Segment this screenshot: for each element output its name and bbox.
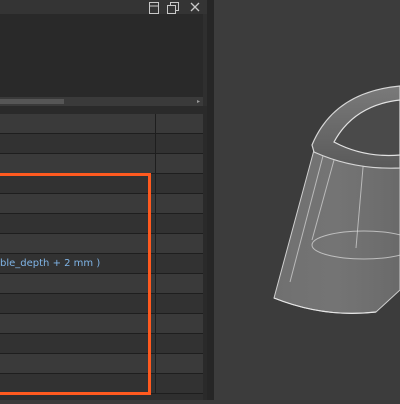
column-separator bbox=[155, 134, 156, 153]
table-row[interactable] bbox=[0, 354, 203, 374]
column-separator bbox=[155, 314, 156, 333]
table-row[interactable] bbox=[0, 374, 203, 394]
3d-model[interactable] bbox=[214, 0, 400, 400]
column-separator bbox=[155, 354, 156, 373]
parameters-panel: ▸ ble_depth + 2 mm ) bbox=[0, 0, 207, 400]
column-separator bbox=[155, 154, 156, 173]
pop-out-icon[interactable] bbox=[166, 0, 180, 14]
table-row[interactable] bbox=[0, 174, 203, 194]
column-separator bbox=[155, 274, 156, 293]
column-separator bbox=[155, 194, 156, 213]
table-row[interactable] bbox=[0, 294, 203, 314]
column-separator bbox=[155, 214, 156, 233]
column-separator bbox=[155, 174, 156, 193]
window-restore-icon[interactable] bbox=[147, 0, 161, 14]
column-separator bbox=[155, 334, 156, 353]
table-row[interactable] bbox=[0, 154, 203, 174]
3d-viewport[interactable] bbox=[214, 0, 400, 400]
parameter-table: ble_depth + 2 mm ) bbox=[0, 114, 203, 394]
panel-header bbox=[0, 0, 207, 14]
table-row[interactable] bbox=[0, 214, 203, 234]
panel-separator bbox=[0, 106, 207, 114]
horizontal-scrollbar[interactable]: ▸ bbox=[0, 97, 203, 106]
table-row[interactable] bbox=[0, 274, 203, 294]
column-separator bbox=[155, 374, 156, 393]
scroll-right-arrow-icon[interactable]: ▸ bbox=[195, 98, 202, 105]
table-row[interactable] bbox=[0, 234, 203, 254]
preview-area bbox=[0, 14, 203, 98]
column-separator bbox=[155, 254, 156, 273]
table-row[interactable] bbox=[0, 114, 203, 134]
table-row[interactable] bbox=[0, 194, 203, 214]
column-separator bbox=[155, 294, 156, 313]
parameter-expression[interactable]: ble_depth + 2 mm ) bbox=[0, 254, 100, 273]
panel-divider[interactable] bbox=[207, 0, 214, 400]
table-row[interactable] bbox=[0, 314, 203, 334]
column-separator bbox=[155, 234, 156, 253]
close-icon[interactable] bbox=[188, 0, 202, 14]
table-row[interactable]: ble_depth + 2 mm ) bbox=[0, 254, 203, 274]
column-separator bbox=[155, 114, 156, 133]
table-row[interactable] bbox=[0, 134, 203, 154]
table-row[interactable] bbox=[0, 334, 203, 354]
scrollbar-thumb[interactable] bbox=[0, 99, 64, 104]
